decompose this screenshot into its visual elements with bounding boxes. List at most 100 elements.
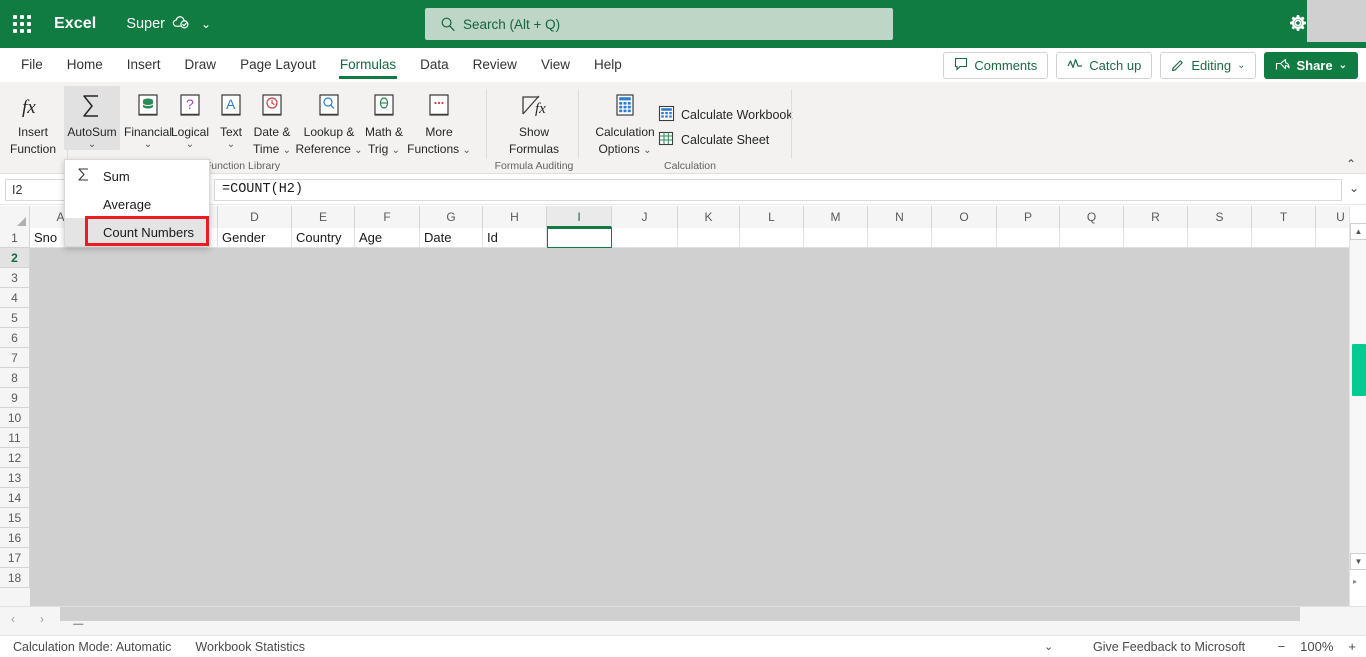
row-header-11[interactable]: 11 [0, 428, 30, 448]
app-launcher-icon[interactable] [0, 0, 44, 48]
row-header-14[interactable]: 14 [0, 488, 30, 508]
row-header-7[interactable]: 7 [0, 348, 30, 368]
cell-Q1[interactable] [1060, 228, 1124, 248]
row-header-9[interactable]: 9 [0, 388, 30, 408]
scroll-down-arrow-icon[interactable]: ▼ [1350, 553, 1366, 570]
column-header-i[interactable]: I [547, 206, 612, 228]
cell-E1[interactable]: Country [292, 228, 355, 248]
catch-up-button[interactable]: Catch up [1056, 52, 1153, 79]
cell-H1[interactable]: Id [483, 228, 547, 248]
row-header-8[interactable]: 8 [0, 368, 30, 388]
cell-K1[interactable] [678, 228, 740, 248]
cell-D1[interactable]: Gender [218, 228, 292, 248]
tab-page-layout[interactable]: Page Layout [228, 52, 328, 79]
date-time-button[interactable]: Date & Time ⌄ [248, 86, 296, 156]
cell-O1[interactable] [932, 228, 997, 248]
share-chevron-down-icon[interactable]: ⌄ [1339, 60, 1347, 71]
tab-formulas[interactable]: Formulas [328, 52, 408, 79]
more-functions-button[interactable]: More Functions ⌄ [404, 86, 474, 156]
column-header-q[interactable]: Q [1060, 206, 1124, 228]
menu-item-average[interactable]: Average [65, 190, 211, 218]
row-header-3[interactable]: 3 [0, 268, 30, 288]
math-trig-chevron-down-icon[interactable]: ⌄ [392, 145, 400, 156]
share-button[interactable]: Share ⌄ [1264, 52, 1358, 79]
cell-T1[interactable] [1252, 228, 1316, 248]
column-header-g[interactable]: G [420, 206, 483, 228]
math-trig-button[interactable]: Math & Trig ⌄ [360, 86, 408, 156]
calculate-workbook-button[interactable]: Calculate Workbook [658, 105, 793, 125]
zoom-in-button[interactable]: + [1348, 639, 1356, 654]
column-header-p[interactable]: P [997, 206, 1060, 228]
row-header-16[interactable]: 16 [0, 528, 30, 548]
show-formulas-button[interactable]: fx Show Formulas [494, 86, 574, 156]
sheet-prev-icon[interactable]: ‹ [11, 612, 15, 626]
cell-R1[interactable] [1124, 228, 1188, 248]
column-header-l[interactable]: L [740, 206, 804, 228]
column-header-j[interactable]: J [612, 206, 678, 228]
cell-P1[interactable] [997, 228, 1060, 248]
tab-insert[interactable]: Insert [115, 52, 173, 79]
formula-input[interactable] [214, 178, 1342, 201]
column-header-k[interactable]: K [678, 206, 740, 228]
scrollbar-track[interactable] [1350, 240, 1366, 553]
cell-G1[interactable]: Date [420, 228, 483, 248]
menu-item-count-numbers[interactable]: Count Numbers [65, 218, 211, 246]
comments-button[interactable]: Comments [943, 52, 1049, 79]
tab-home[interactable]: Home [55, 52, 115, 79]
scrollbar-thumb[interactable] [1352, 344, 1366, 396]
select-all-corner[interactable] [0, 206, 30, 228]
cell-N1[interactable] [868, 228, 932, 248]
document-name[interactable]: Super [126, 16, 165, 32]
logical-chevron-down-icon[interactable]: ⌄ [186, 139, 194, 150]
document-menu-chevron-down-icon[interactable]: ⌄ [201, 17, 211, 31]
cell-S1[interactable] [1188, 228, 1252, 248]
logical-button[interactable]: ? Logical ⌄ [167, 86, 213, 150]
cell-F1[interactable]: Age [355, 228, 420, 248]
row-header-17[interactable]: 17 [0, 548, 30, 568]
row-header-12[interactable]: 12 [0, 448, 30, 468]
row-header-10[interactable]: 10 [0, 408, 30, 428]
tab-draw[interactable]: Draw [173, 52, 229, 79]
status-options-chevron-icon[interactable]: ⌄ [1044, 640, 1053, 653]
row-header-1[interactable]: 1 [0, 228, 30, 248]
settings-gear-icon[interactable] [1288, 13, 1308, 38]
insert-function-button[interactable]: fx Insert Function [4, 86, 62, 156]
zoom-level-label[interactable]: 100% [1300, 639, 1333, 654]
tab-data[interactable]: Data [408, 52, 461, 79]
tab-view[interactable]: View [529, 52, 582, 79]
give-feedback-link[interactable]: Give Feedback to Microsoft [1093, 640, 1245, 654]
calculation-options-button[interactable]: Calculation Options ⌄ [580, 86, 670, 156]
tab-file[interactable]: File [9, 52, 55, 79]
active-cell-I2[interactable] [547, 228, 612, 248]
row-header-13[interactable]: 13 [0, 468, 30, 488]
cell-M1[interactable] [804, 228, 868, 248]
row-header-4[interactable]: 4 [0, 288, 30, 308]
calculate-sheet-button[interactable]: Calculate Sheet [658, 130, 769, 150]
collapse-ribbon-icon[interactable]: ⌃ [1346, 157, 1356, 171]
column-header-n[interactable]: N [868, 206, 932, 228]
column-header-s[interactable]: S [1188, 206, 1252, 228]
text-button[interactable]: A Text ⌄ [211, 86, 251, 150]
search-input[interactable] [425, 8, 893, 40]
more-functions-chevron-down-icon[interactable]: ⌄ [462, 145, 470, 156]
column-header-f[interactable]: F [355, 206, 420, 228]
row-header-2[interactable]: 2 [0, 248, 30, 268]
cell-J1[interactable] [612, 228, 678, 248]
column-header-r[interactable]: R [1124, 206, 1188, 228]
sheet-next-icon[interactable]: › [40, 612, 44, 626]
row-header-5[interactable]: 5 [0, 308, 30, 328]
tab-review[interactable]: Review [461, 52, 529, 79]
vertical-scrollbar[interactable]: ▲ ▼ ▸ [1349, 206, 1366, 606]
autosum-button[interactable]: AutoSum ⌄ [64, 86, 120, 150]
menu-item-sum[interactable]: Sum [65, 162, 211, 190]
date-time-chevron-down-icon[interactable]: ⌄ [283, 145, 291, 156]
row-header-6[interactable]: 6 [0, 328, 30, 348]
tab-help[interactable]: Help [582, 52, 634, 79]
column-header-e[interactable]: E [292, 206, 355, 228]
lookup-reference-button[interactable]: Lookup & Reference ⌄ [294, 86, 364, 156]
zoom-out-button[interactable]: − [1278, 639, 1286, 654]
editing-chevron-down-icon[interactable]: ⌄ [1237, 60, 1245, 71]
text-chevron-down-icon[interactable]: ⌄ [227, 139, 235, 150]
calculation-mode-status[interactable]: Calculation Mode: Automatic [13, 640, 171, 654]
editing-button[interactable]: Editing ⌄ [1160, 52, 1257, 79]
